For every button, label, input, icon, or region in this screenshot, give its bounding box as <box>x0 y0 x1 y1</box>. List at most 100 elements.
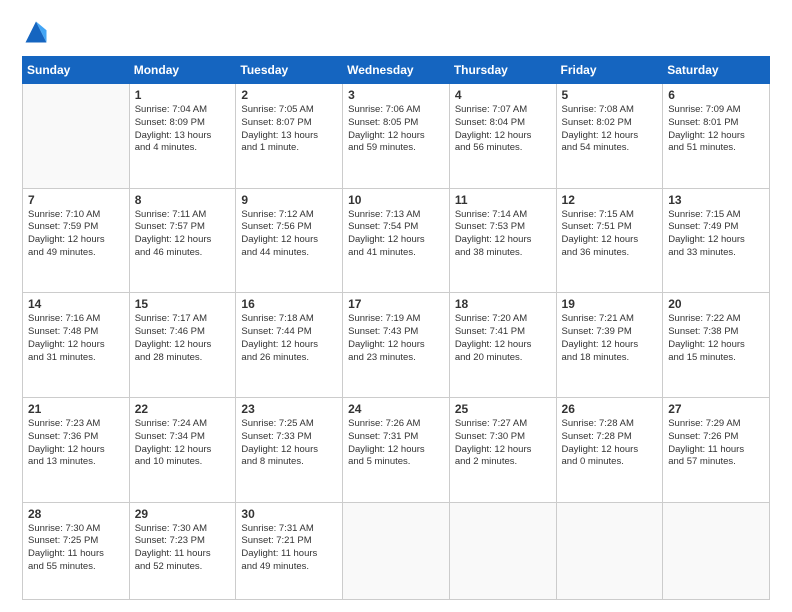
day-info: Sunrise: 7:25 AM Sunset: 7:33 PM Dayligh… <box>241 418 337 469</box>
calendar-week-row: 1 Sunrise: 7:04 AM Sunset: 8:09 PM Daylig… <box>23 84 770 189</box>
day-info: Sunrise: 7:29 AM Sunset: 7:26 PM Dayligh… <box>668 418 764 469</box>
calendar-cell <box>449 502 556 599</box>
day-number: 15 <box>135 297 231 311</box>
calendar-cell: 13 Sunrise: 7:15 AM Sunset: 7:49 PM Dayli… <box>663 188 770 293</box>
day-info: Sunrise: 7:19 AM Sunset: 7:43 PM Dayligh… <box>348 313 444 364</box>
day-info: Sunrise: 7:27 AM Sunset: 7:30 PM Dayligh… <box>455 418 551 469</box>
calendar-week-row: 28 Sunrise: 7:30 AM Sunset: 7:25 PM Dayli… <box>23 502 770 599</box>
day-info: Sunrise: 7:28 AM Sunset: 7:28 PM Dayligh… <box>562 418 658 469</box>
page: SundayMondayTuesdayWednesdayThursdayFrid… <box>0 0 792 612</box>
calendar-cell: 10Sunrise: 7:13 AM Sunset: 7:54 PM Dayli… <box>343 188 450 293</box>
calendar-cell: 11Sunrise: 7:14 AM Sunset: 7:53 PM Dayli… <box>449 188 556 293</box>
day-number: 11 <box>455 193 551 207</box>
day-number: 3 <box>348 88 444 102</box>
header <box>22 18 770 46</box>
calendar-cell: 24 Sunrise: 7:26 AM Sunset: 7:31 PM Dayli… <box>343 397 450 502</box>
calendar-cell <box>556 502 663 599</box>
day-number: 23 <box>241 402 337 416</box>
day-info: Sunrise: 7:18 AM Sunset: 7:44 PM Dayligh… <box>241 313 337 364</box>
day-info: Sunrise: 7:09 AM Sunset: 8:01 PM Dayligh… <box>668 104 764 155</box>
calendar-cell: 26 Sunrise: 7:28 AM Sunset: 7:28 PM Dayli… <box>556 397 663 502</box>
day-number: 13 <box>668 193 764 207</box>
weekday-header-monday: Monday <box>129 57 236 84</box>
day-number: 17 <box>348 297 444 311</box>
day-number: 30 <box>241 507 337 521</box>
day-number: 14 <box>28 297 124 311</box>
day-number: 16 <box>241 297 337 311</box>
calendar-cell: 4 Sunrise: 7:07 AM Sunset: 8:04 PM Daylig… <box>449 84 556 189</box>
calendar-cell <box>663 502 770 599</box>
calendar-cell: 9 Sunrise: 7:12 AM Sunset: 7:56 PM Daylig… <box>236 188 343 293</box>
logo-icon <box>22 18 50 46</box>
day-info: Sunrise: 7:24 AM Sunset: 7:34 PM Dayligh… <box>135 418 231 469</box>
calendar-table: SundayMondayTuesdayWednesdayThursdayFrid… <box>22 56 770 600</box>
calendar-cell: 12 Sunrise: 7:15 AM Sunset: 7:51 PM Dayli… <box>556 188 663 293</box>
day-info: Sunrise: 7:06 AM Sunset: 8:05 PM Dayligh… <box>348 104 444 155</box>
calendar-cell: 2 Sunrise: 7:05 AM Sunset: 8:07 PM Daylig… <box>236 84 343 189</box>
day-info: Sunrise: 7:15 AM Sunset: 7:49 PM Dayligh… <box>668 209 764 260</box>
calendar-cell: 19 Sunrise: 7:21 AM Sunset: 7:39 PM Dayli… <box>556 293 663 398</box>
day-info: Sunrise: 7:11 AM Sunset: 7:57 PM Dayligh… <box>135 209 231 260</box>
weekday-header-sunday: Sunday <box>23 57 130 84</box>
day-info: Sunrise: 7:31 AM Sunset: 7:21 PM Dayligh… <box>241 523 337 574</box>
calendar-cell: 23 Sunrise: 7:25 AM Sunset: 7:33 PM Dayli… <box>236 397 343 502</box>
day-number: 5 <box>562 88 658 102</box>
day-info: Sunrise: 7:26 AM Sunset: 7:31 PM Dayligh… <box>348 418 444 469</box>
day-number: 28 <box>28 507 124 521</box>
day-number: 22 <box>135 402 231 416</box>
day-number: 9 <box>241 193 337 207</box>
day-number: 1 <box>135 88 231 102</box>
weekday-header-saturday: Saturday <box>663 57 770 84</box>
day-number: 4 <box>455 88 551 102</box>
day-number: 12 <box>562 193 658 207</box>
day-info: Sunrise: 7:12 AM Sunset: 7:56 PM Dayligh… <box>241 209 337 260</box>
calendar-cell: 17 Sunrise: 7:19 AM Sunset: 7:43 PM Dayli… <box>343 293 450 398</box>
logo <box>22 18 52 46</box>
day-number: 18 <box>455 297 551 311</box>
day-number: 24 <box>348 402 444 416</box>
day-info: Sunrise: 7:10 AM Sunset: 7:59 PM Dayligh… <box>28 209 124 260</box>
day-number: 2 <box>241 88 337 102</box>
calendar-cell: 5 Sunrise: 7:08 AM Sunset: 8:02 PM Daylig… <box>556 84 663 189</box>
calendar-cell: 27Sunrise: 7:29 AM Sunset: 7:26 PM Dayli… <box>663 397 770 502</box>
calendar-cell: 1 Sunrise: 7:04 AM Sunset: 8:09 PM Daylig… <box>129 84 236 189</box>
calendar-week-row: 21 Sunrise: 7:23 AM Sunset: 7:36 PM Dayli… <box>23 397 770 502</box>
calendar-header-row: SundayMondayTuesdayWednesdayThursdayFrid… <box>23 57 770 84</box>
calendar-cell <box>343 502 450 599</box>
day-info: Sunrise: 7:30 AM Sunset: 7:23 PM Dayligh… <box>135 523 231 574</box>
day-info: Sunrise: 7:04 AM Sunset: 8:09 PM Dayligh… <box>135 104 231 155</box>
day-number: 10 <box>348 193 444 207</box>
calendar-cell: 29 Sunrise: 7:30 AM Sunset: 7:23 PM Dayli… <box>129 502 236 599</box>
day-number: 25 <box>455 402 551 416</box>
weekday-header-wednesday: Wednesday <box>343 57 450 84</box>
calendar-cell: 16 Sunrise: 7:18 AM Sunset: 7:44 PM Dayli… <box>236 293 343 398</box>
calendar-cell: 30 Sunrise: 7:31 AM Sunset: 7:21 PM Dayli… <box>236 502 343 599</box>
day-number: 21 <box>28 402 124 416</box>
weekday-header-thursday: Thursday <box>449 57 556 84</box>
day-number: 26 <box>562 402 658 416</box>
day-info: Sunrise: 7:15 AM Sunset: 7:51 PM Dayligh… <box>562 209 658 260</box>
day-info: Sunrise: 7:07 AM Sunset: 8:04 PM Dayligh… <box>455 104 551 155</box>
calendar-cell: 8 Sunrise: 7:11 AM Sunset: 7:57 PM Daylig… <box>129 188 236 293</box>
calendar-cell: 22 Sunrise: 7:24 AM Sunset: 7:34 PM Dayli… <box>129 397 236 502</box>
day-info: Sunrise: 7:23 AM Sunset: 7:36 PM Dayligh… <box>28 418 124 469</box>
calendar-week-row: 7Sunrise: 7:10 AM Sunset: 7:59 PM Daylig… <box>23 188 770 293</box>
day-info: Sunrise: 7:30 AM Sunset: 7:25 PM Dayligh… <box>28 523 124 574</box>
day-number: 19 <box>562 297 658 311</box>
calendar-cell: 3 Sunrise: 7:06 AM Sunset: 8:05 PM Daylig… <box>343 84 450 189</box>
calendar-cell: 7Sunrise: 7:10 AM Sunset: 7:59 PM Daylig… <box>23 188 130 293</box>
day-info: Sunrise: 7:16 AM Sunset: 7:48 PM Dayligh… <box>28 313 124 364</box>
day-info: Sunrise: 7:17 AM Sunset: 7:46 PM Dayligh… <box>135 313 231 364</box>
day-number: 29 <box>135 507 231 521</box>
day-number: 8 <box>135 193 231 207</box>
day-info: Sunrise: 7:20 AM Sunset: 7:41 PM Dayligh… <box>455 313 551 364</box>
calendar-cell: 18 Sunrise: 7:20 AM Sunset: 7:41 PM Dayli… <box>449 293 556 398</box>
calendar-cell: 15 Sunrise: 7:17 AM Sunset: 7:46 PM Dayli… <box>129 293 236 398</box>
day-number: 6 <box>668 88 764 102</box>
weekday-header-tuesday: Tuesday <box>236 57 343 84</box>
day-info: Sunrise: 7:08 AM Sunset: 8:02 PM Dayligh… <box>562 104 658 155</box>
day-info: Sunrise: 7:21 AM Sunset: 7:39 PM Dayligh… <box>562 313 658 364</box>
day-number: 20 <box>668 297 764 311</box>
calendar-cell <box>23 84 130 189</box>
day-info: Sunrise: 7:05 AM Sunset: 8:07 PM Dayligh… <box>241 104 337 155</box>
